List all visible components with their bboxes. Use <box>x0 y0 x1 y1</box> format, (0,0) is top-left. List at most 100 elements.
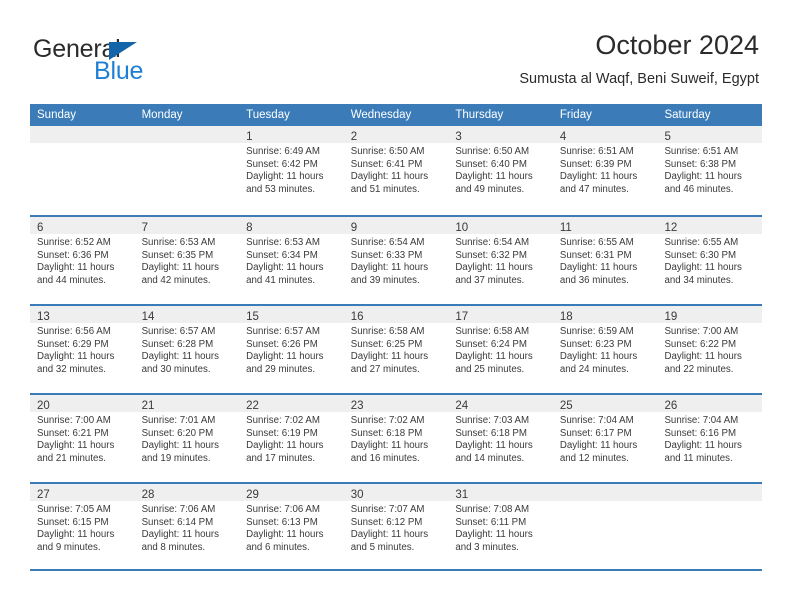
daylight-text-line2: and 36 minutes. <box>559 274 629 286</box>
day-sun-info <box>135 143 240 146</box>
day-sun-info: Sunrise: 7:03 AM Sunset: 6:18 PM Daylight:… <box>448 412 553 465</box>
calendar-day-cell[interactable]: 15 Sunrise: 6:57 AM Sunset: 6:26 PM Dayligh… <box>239 306 344 393</box>
daylight-text-line2: and 17 minutes. <box>246 452 316 464</box>
daylight-text-line2: and 5 minutes. <box>350 541 415 553</box>
day-sun-info: Sunrise: 7:04 AM Sunset: 6:17 PM Daylight:… <box>553 412 658 465</box>
calendar-day-cell[interactable]: 23 Sunrise: 7:02 AM Sunset: 6:18 PM Dayligh… <box>343 395 449 482</box>
daylight-text-line1: Daylight: 11 hours <box>246 171 324 183</box>
day-number-band: 19 <box>657 306 763 323</box>
sunrise-text: Sunrise: 7:05 AM <box>37 504 111 515</box>
day-number: 1 <box>246 131 253 143</box>
sunrise-text: Sunrise: 6:53 AM <box>141 237 216 248</box>
general-blue-logo[interactable]: General Blue <box>33 35 253 91</box>
day-number: 3 <box>455 131 462 143</box>
daylight-text-line1: Daylight: 11 hours <box>246 351 324 363</box>
calendar-day-cell[interactable]: 10 Sunrise: 6:54 AM Sunset: 6:32 PM Dayligh… <box>448 217 553 304</box>
calendar-day-cell[interactable]: 9 Sunrise: 6:54 AM Sunset: 6:33 PM Daylight… <box>343 217 449 304</box>
sunset-text: Sunset: 6:16 PM <box>664 427 737 439</box>
calendar-day-cell[interactable]: 20 Sunrise: 7:00 AM Sunset: 6:21 PM Dayligh… <box>30 395 135 482</box>
sunrise-text: Sunrise: 6:54 AM <box>455 237 530 248</box>
calendar-day-cell[interactable]: 13 Sunrise: 6:56 AM Sunset: 6:29 PM Dayligh… <box>30 306 135 393</box>
day-sun-info: Sunrise: 6:55 AM Sunset: 6:30 PM Daylight:… <box>657 234 762 287</box>
calendar-day-cell[interactable]: 16 Sunrise: 6:58 AM Sunset: 6:25 PM Dayligh… <box>343 306 449 393</box>
calendar-day-cell[interactable]: 17 Sunrise: 6:58 AM Sunset: 6:24 PM Dayligh… <box>448 306 553 393</box>
calendar-day-cell[interactable]: 31 Sunrise: 7:08 AM Sunset: 6:11 PM Dayligh… <box>448 484 553 569</box>
calendar-week-row: 13 Sunrise: 6:56 AM Sunset: 6:29 PM Dayligh… <box>30 304 763 393</box>
calendar-day-cell[interactable]: 18 Sunrise: 6:59 AM Sunset: 6:23 PM Dayligh… <box>552 306 658 393</box>
sunrise-text: Sunrise: 6:54 AM <box>350 237 425 248</box>
day-sun-info: Sunrise: 6:52 AM Sunset: 6:36 PM Daylight:… <box>30 234 135 287</box>
daylight-text-line1: Daylight: 11 hours <box>246 440 324 452</box>
sunset-text: Sunset: 6:35 PM <box>141 249 214 261</box>
day-number: 4 <box>559 131 567 143</box>
day-sun-info: Sunrise: 6:50 AM Sunset: 6:40 PM Daylight:… <box>448 143 553 196</box>
day-number-band: 4 <box>552 126 658 143</box>
calendar-week-row: 27 Sunrise: 7:05 AM Sunset: 6:15 PM Dayligh… <box>30 482 763 571</box>
daylight-text-line1: Daylight: 11 hours <box>141 440 219 452</box>
day-number-band: 22 <box>239 395 344 412</box>
sunrise-text: Sunrise: 7:04 AM <box>559 415 634 426</box>
sunrise-text: Sunrise: 6:55 AM <box>559 237 634 248</box>
daylight-text-line2: and 3 minutes. <box>455 541 519 553</box>
calendar-day-cell[interactable]: 3 Sunrise: 6:50 AM Sunset: 6:40 PM Daylight… <box>448 126 553 215</box>
day-sun-info: Sunrise: 6:57 AM Sunset: 6:26 PM Daylight:… <box>239 323 344 376</box>
daylight-text-line2: and 16 minutes. <box>350 452 420 464</box>
daylight-text-line1: Daylight: 11 hours <box>559 171 638 183</box>
calendar-day-cell[interactable]: 14 Sunrise: 6:57 AM Sunset: 6:28 PM Dayligh… <box>134 306 240 393</box>
daylight-text-line1: Daylight: 11 hours <box>350 262 429 274</box>
sunset-text: Sunset: 6:39 PM <box>559 158 632 170</box>
weekday-header-saturday: Saturday <box>664 109 711 121</box>
calendar-week-row: 20 Sunrise: 7:00 AM Sunset: 6:21 PM Dayligh… <box>30 393 763 482</box>
calendar-day-cell[interactable]: 27 Sunrise: 7:05 AM Sunset: 6:15 PM Dayligh… <box>30 484 135 569</box>
day-number-band: 20 <box>30 395 135 412</box>
day-sun-info: Sunrise: 7:00 AM Sunset: 6:21 PM Daylight:… <box>30 412 135 465</box>
daylight-text-line1: Daylight: 11 hours <box>246 529 324 541</box>
day-number: 31 <box>455 489 469 501</box>
daylight-text-line1: Daylight: 11 hours <box>455 171 533 183</box>
calendar-day-cell[interactable]: 8 Sunrise: 6:53 AM Sunset: 6:34 PM Daylight… <box>239 217 344 304</box>
day-number: 27 <box>37 489 50 501</box>
calendar-day-cell[interactable]: 11 Sunrise: 6:55 AM Sunset: 6:31 PM Dayligh… <box>552 217 658 304</box>
daylight-text-line1: Daylight: 11 hours <box>455 440 533 452</box>
daylight-text-line1: Daylight: 11 hours <box>141 262 219 274</box>
sunset-text: Sunset: 6:36 PM <box>37 249 109 261</box>
day-number-band: 13 <box>30 306 135 323</box>
calendar-day-cell[interactable]: 25 Sunrise: 7:04 AM Sunset: 6:17 PM Dayligh… <box>552 395 658 482</box>
daylight-text-line2: and 47 minutes. <box>559 183 629 195</box>
day-sun-info: Sunrise: 7:02 AM Sunset: 6:19 PM Daylight:… <box>239 412 344 465</box>
calendar-day-cell[interactable]: 29 Sunrise: 7:06 AM Sunset: 6:13 PM Dayligh… <box>239 484 344 569</box>
daylight-text-line2: and 44 minutes. <box>37 274 106 286</box>
sunset-text: Sunset: 6:40 PM <box>455 158 527 170</box>
calendar-day-cell[interactable]: 30 Sunrise: 7:07 AM Sunset: 6:12 PM Dayligh… <box>343 484 449 569</box>
day-number: 13 <box>37 311 50 323</box>
calendar-day-cell[interactable]: 19 Sunrise: 7:00 AM Sunset: 6:22 PM Dayligh… <box>657 306 763 393</box>
day-number-band: 18 <box>552 306 658 323</box>
day-sun-info: Sunrise: 6:49 AM Sunset: 6:42 PM Daylight:… <box>239 143 344 196</box>
weekday-header-wednesday: Wednesday <box>350 109 412 121</box>
day-number: 8 <box>246 222 253 234</box>
calendar-day-cell[interactable]: 1 Sunrise: 6:49 AM Sunset: 6:42 PM Daylight… <box>239 126 344 215</box>
day-number: 2 <box>350 131 358 143</box>
weekday-header-monday: Monday <box>141 109 183 121</box>
daylight-text-line2: and 27 minutes. <box>350 363 420 375</box>
calendar-day-cell[interactable]: 2 Sunrise: 6:50 AM Sunset: 6:41 PM Daylight… <box>343 126 449 215</box>
day-number-band: 1 <box>239 126 344 143</box>
day-sun-info: Sunrise: 7:04 AM Sunset: 6:16 PM Daylight:… <box>657 412 762 465</box>
sunset-text: Sunset: 6:33 PM <box>350 249 423 261</box>
day-number-band: 15 <box>239 306 344 323</box>
calendar-day-cell[interactable]: 5 Sunrise: 6:51 AM Sunset: 6:38 PM Daylight… <box>657 126 763 215</box>
calendar-day-cell[interactable]: 7 Sunrise: 6:53 AM Sunset: 6:35 PM Daylight… <box>134 217 240 304</box>
calendar-day-cell[interactable]: 6 Sunrise: 6:52 AM Sunset: 6:36 PM Daylight… <box>30 217 135 304</box>
calendar-day-cell[interactable]: 12 Sunrise: 6:55 AM Sunset: 6:30 PM Dayligh… <box>657 217 763 304</box>
calendar-day-cell[interactable]: 26 Sunrise: 7:04 AM Sunset: 6:16 PM Dayligh… <box>657 395 763 482</box>
day-number-band: 29 <box>239 484 344 501</box>
day-number: 19 <box>664 311 678 323</box>
calendar-day-cell[interactable]: 28 Sunrise: 7:06 AM Sunset: 6:14 PM Dayligh… <box>134 484 240 569</box>
calendar-day-cell[interactable]: 24 Sunrise: 7:03 AM Sunset: 6:18 PM Dayligh… <box>448 395 553 482</box>
daylight-text-line1: Daylight: 11 hours <box>664 262 742 274</box>
day-number-band: 6 <box>30 217 135 234</box>
calendar-day-cell[interactable]: 22 Sunrise: 7:02 AM Sunset: 6:19 PM Dayligh… <box>239 395 344 482</box>
calendar-day-cell[interactable]: 21 Sunrise: 7:01 AM Sunset: 6:20 PM Dayligh… <box>134 395 240 482</box>
sunrise-text: Sunrise: 6:50 AM <box>455 146 530 157</box>
calendar-day-cell[interactable]: 4 Sunrise: 6:51 AM Sunset: 6:39 PM Daylight… <box>552 126 658 215</box>
